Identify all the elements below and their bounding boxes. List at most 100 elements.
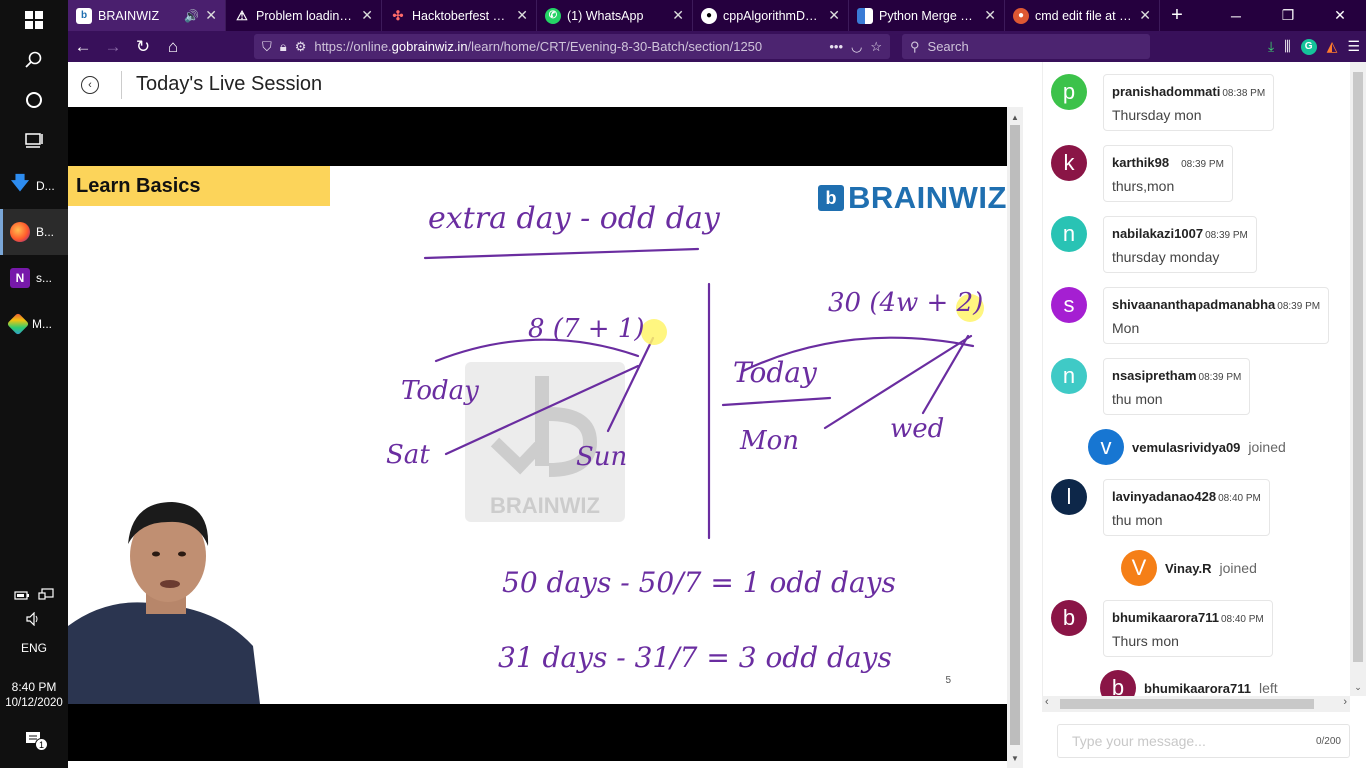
session-header: ‹ Today's Live Session bbox=[68, 62, 1007, 107]
tab-label: cmd edit file at Duck bbox=[1035, 8, 1133, 23]
close-icon[interactable]: ✕ bbox=[828, 7, 840, 24]
live-video-player[interactable]: Learn Basics b BRAINWIZ BRAINWIZ extra d… bbox=[68, 107, 1007, 761]
tab-label: cppAlgorithmDesign bbox=[723, 8, 822, 23]
search-icon[interactable] bbox=[0, 40, 68, 80]
note-left-from: Sat bbox=[386, 440, 430, 470]
message-time: 08:38 PM bbox=[1222, 88, 1266, 99]
tab-duckduckgo[interactable]: ● cmd edit file at Duck ✕ bbox=[1005, 0, 1160, 31]
grammarly-icon[interactable]: G bbox=[1300, 38, 1317, 55]
back-icon[interactable]: ← bbox=[68, 31, 98, 62]
url-text[interactable]: https://online.gobrainwiz.in/learn/home/… bbox=[314, 39, 821, 54]
chat-message: n nsasipretham 08:39 PM thu mon bbox=[1051, 358, 1251, 415]
taskbar-app-download[interactable]: 🡇 D... bbox=[0, 163, 68, 209]
windows-start-icon[interactable] bbox=[0, 0, 68, 40]
message-text: Thurs mon bbox=[1112, 633, 1179, 649]
close-icon[interactable]: ✕ bbox=[205, 7, 217, 24]
tab-brainwiz[interactable]: b BRAINWIZ 🔊 ✕ bbox=[68, 0, 226, 31]
forward-icon[interactable]: → bbox=[98, 31, 128, 62]
lock-icon[interactable]: 🔒︎ bbox=[280, 39, 287, 55]
scroll-right-icon[interactable]: › bbox=[1343, 696, 1347, 708]
taskbar-app-firefox[interactable]: B... bbox=[0, 209, 68, 255]
minimize-icon[interactable]: ─ bbox=[1210, 0, 1262, 31]
github-icon: ● bbox=[701, 7, 717, 24]
taskbar-app-m[interactable]: M... bbox=[0, 301, 68, 347]
new-tab-button[interactable]: + bbox=[1160, 0, 1194, 31]
task-view-icon[interactable] bbox=[0, 120, 68, 160]
tab-problem-loading[interactable]: ⚠ Problem loading page ✕ bbox=[226, 0, 382, 31]
notification-center[interactable]: 1 bbox=[0, 730, 68, 751]
close-icon[interactable]: ✕ bbox=[361, 7, 373, 24]
chat-scrollbar-thumb[interactable] bbox=[1353, 72, 1363, 662]
permissions-icon[interactable]: ⚙ bbox=[295, 39, 307, 55]
speaker-icon[interactable]: 🔊 bbox=[184, 9, 199, 23]
duckduckgo-icon: ● bbox=[1013, 7, 1029, 24]
page-actions-icon[interactable]: ••• bbox=[829, 39, 843, 54]
library-icon[interactable]: ⫼ bbox=[1284, 38, 1290, 55]
taskbar-app-label: M... bbox=[32, 317, 52, 331]
message-text: thu mon bbox=[1112, 512, 1163, 528]
tab-label: BRAINWIZ bbox=[98, 8, 160, 23]
downloads-icon[interactable]: ⤓ bbox=[1268, 38, 1274, 55]
event-username: bhumikaarora711 bbox=[1144, 680, 1251, 696]
language-indicator[interactable]: ENG bbox=[0, 641, 68, 655]
cortana-icon[interactable] bbox=[0, 80, 68, 120]
message-time: 08:40 PM bbox=[1218, 493, 1261, 504]
tab-label: Hacktoberfest presents bbox=[412, 8, 511, 23]
pocket-icon[interactable]: ◡ bbox=[851, 39, 862, 55]
close-icon[interactable]: ✕ bbox=[516, 7, 528, 24]
message-bubble: lavinyadanao428 08:40 PM thu mon bbox=[1103, 479, 1270, 536]
tab-whatsapp[interactable]: ✆ (1) WhatsApp ✕ bbox=[537, 0, 693, 31]
menu-icon[interactable]: ☰ bbox=[1347, 38, 1360, 55]
message-text: thurs,mon bbox=[1112, 178, 1175, 194]
scroll-down-icon[interactable]: ▼ bbox=[1007, 750, 1023, 766]
scroll-left-icon[interactable]: ‹ bbox=[1045, 696, 1049, 708]
reload-icon[interactable]: ↻ bbox=[128, 31, 158, 62]
network-icon[interactable] bbox=[38, 588, 54, 605]
toolbar-right: ⤓ ⫼ G ◭ ☰ bbox=[1268, 31, 1360, 62]
tab-hacktoberfest[interactable]: ✣ Hacktoberfest presents ✕ bbox=[382, 0, 537, 31]
message-bubble: nabilakazi1007 08:39 PM thursday monday bbox=[1103, 216, 1257, 273]
battery-icon[interactable] bbox=[14, 588, 30, 605]
back-circle-icon[interactable]: ‹ bbox=[81, 75, 99, 94]
chat-input-box[interactable]: 0/200 bbox=[1057, 724, 1350, 758]
close-icon[interactable]: ✕ bbox=[1139, 7, 1151, 24]
scrollbar-thumb[interactable] bbox=[1010, 125, 1020, 745]
message-time: 08:39 PM bbox=[1277, 301, 1321, 312]
volume-icon[interactable] bbox=[0, 611, 68, 629]
note-right-equation: 30 (4w + 2) bbox=[828, 288, 984, 318]
event-action: joined bbox=[1219, 560, 1257, 576]
taskbar-app-onenote[interactable]: N s... bbox=[0, 255, 68, 301]
shield-icon[interactable]: ⛉ bbox=[262, 39, 272, 55]
windows-taskbar: 🡇 D... B... N s... M... ENG 8:40 PM 10/1… bbox=[0, 0, 68, 768]
close-icon[interactable]: ✕ bbox=[672, 7, 684, 24]
chat-message-input[interactable] bbox=[1072, 733, 1316, 749]
bookmark-star-icon[interactable]: ☆ bbox=[870, 39, 882, 55]
url-bar[interactable]: ⛉ 🔒︎ ⚙ https://online.gobrainwiz.in/lear… bbox=[254, 34, 890, 59]
note-right-from: Mon bbox=[740, 426, 800, 456]
note-right-today: Today bbox=[733, 356, 817, 389]
download-icon: 🡇 bbox=[10, 173, 30, 193]
search-bar[interactable]: ⚲ Search bbox=[902, 34, 1150, 59]
avatar: s bbox=[1051, 287, 1087, 323]
chat-left-event: b bhumikaarora711 left bbox=[1100, 670, 1278, 696]
extension-icon[interactable]: ◭ bbox=[1327, 38, 1338, 55]
chat-message-list[interactable]: p pranishadommati 08:38 PM Thursday mon k… bbox=[1042, 62, 1366, 696]
scroll-up-icon[interactable]: ▲ bbox=[1007, 109, 1023, 125]
tab-github[interactable]: ● cppAlgorithmDesign ✕ bbox=[693, 0, 849, 31]
chat-horizontal-scrollbar[interactable]: ‹ › bbox=[1042, 696, 1350, 712]
presenter-video-overlay bbox=[68, 496, 268, 704]
event-username: vemulasrividya09 bbox=[1132, 439, 1241, 455]
note-left-to: Sun bbox=[576, 442, 628, 472]
clock-date[interactable]: 10/12/2020 bbox=[0, 697, 68, 709]
page-scrollbar[interactable]: ▲ ▼ bbox=[1007, 107, 1023, 768]
chat-hscroll-thumb[interactable] bbox=[1060, 699, 1314, 709]
maximize-icon[interactable]: ❐ bbox=[1262, 0, 1314, 31]
close-icon[interactable]: ✕ bbox=[984, 7, 996, 24]
chat-scroll-down-icon[interactable]: ⌄ bbox=[1350, 682, 1366, 696]
clock-time[interactable]: 8:40 PM bbox=[0, 680, 68, 694]
tab-python-merge-sort[interactable]: Python Merge Sort ✕ bbox=[849, 0, 1005, 31]
chat-scrollbar[interactable]: ⌄ bbox=[1350, 62, 1366, 696]
plus-icon: + bbox=[1171, 4, 1183, 26]
home-icon[interactable]: ⌂ bbox=[158, 31, 188, 62]
close-window-icon[interactable]: ✕ bbox=[1314, 0, 1366, 31]
